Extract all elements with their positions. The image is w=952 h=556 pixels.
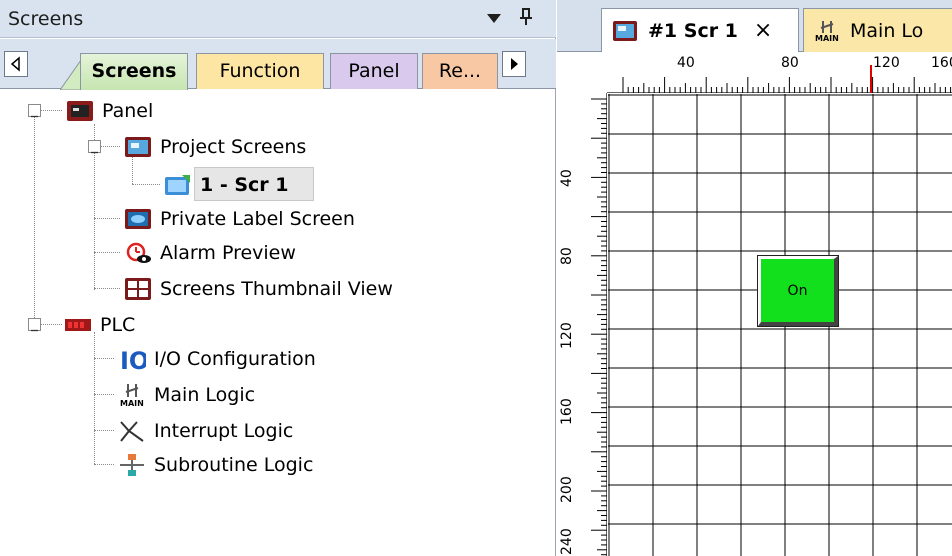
ruler-label: 240: [559, 528, 575, 555]
ruler-label: 80: [781, 55, 799, 71]
ruler-label: 40: [559, 169, 575, 187]
tree-connector: [94, 332, 95, 464]
tree-connector: [40, 324, 62, 325]
on-button-object[interactable]: On: [758, 256, 838, 326]
tree-item-subroutine-logic[interactable]: Subroutine Logic: [118, 450, 313, 480]
tree-connector: [94, 358, 114, 359]
pane-title: Screens: [8, 8, 84, 30]
collapse-project-screens-toggle[interactable]: [88, 140, 101, 154]
tab-scroll-right-button[interactable]: [502, 51, 526, 77]
doc-tab-main-logic[interactable]: MAIN Main Lo: [803, 8, 952, 52]
tree-item-private-label-screen[interactable]: Private Label Screen: [124, 204, 355, 234]
tree-item-label: Subroutine Logic: [154, 454, 314, 476]
pane-tabstrip: Screens Function Panel Re...: [0, 39, 556, 90]
collapse-panel-toggle[interactable]: [28, 104, 41, 118]
ruler-label: 160: [931, 55, 952, 71]
ruler-label: 200: [559, 476, 575, 503]
tree-connector: [132, 184, 160, 185]
collapse-plc-toggle[interactable]: [28, 318, 41, 332]
tree-connector: [94, 218, 120, 219]
ruler-label: 160: [559, 398, 575, 425]
main-logic-icon: MAIN: [815, 20, 839, 42]
svg-text:IO: IO: [120, 347, 146, 371]
tree-connector: [94, 288, 120, 289]
panel-icon: [67, 101, 93, 121]
tree-item-label: Project Screens: [160, 136, 307, 158]
tree-item-interrupt-logic[interactable]: Interrupt Logic: [118, 416, 293, 446]
tree-item-thumbnail-view[interactable]: Screens Thumbnail View: [124, 274, 393, 304]
tab-panel[interactable]: Panel: [330, 53, 418, 89]
screen-icon: [165, 175, 190, 195]
horizontal-ruler: 40 80 120 160: [607, 53, 952, 93]
tab-screens[interactable]: Screens: [80, 53, 188, 90]
doc-tab-scr1[interactable]: #1 Scr 1 ×: [601, 8, 799, 52]
tree-item-label: 1 - Scr 1: [200, 174, 289, 196]
screens-folder-icon: [125, 137, 151, 157]
document-tabstrip: #1 Scr 1 × MAIN Main Lo: [557, 0, 952, 52]
tree-item-io-configuration[interactable]: IO I/O Configuration: [118, 344, 316, 374]
tree-item-main-logic[interactable]: MAIN Main Logic: [118, 380, 255, 410]
chevron-right-icon: [511, 58, 518, 70]
tree-connector: [94, 430, 114, 431]
screen-editor-pane: #1 Scr 1 × MAIN Main Lo 40 80 120 160 40…: [557, 0, 952, 556]
pin-icon[interactable]: [516, 6, 536, 28]
screen-icon: [613, 20, 637, 41]
svg-text:MAIN: MAIN: [815, 34, 839, 42]
tree-item-plc[interactable]: PLC: [64, 310, 135, 340]
ruler-label: 120: [559, 322, 575, 349]
tree-item-panel[interactable]: Panel: [66, 96, 153, 126]
close-icon[interactable]: ×: [754, 18, 772, 43]
io-config-icon: IO: [120, 347, 146, 371]
tree-item-label: Private Label Screen: [160, 208, 355, 230]
doc-tab-label: #1 Scr 1: [648, 19, 738, 42]
alarm-preview-icon: [126, 242, 151, 263]
svg-text:MAIN: MAIN: [120, 399, 144, 407]
tree-item-label: Interrupt Logic: [154, 420, 294, 442]
dropdown-arrow-icon[interactable]: [484, 8, 504, 28]
private-label-icon: [125, 209, 151, 229]
tree-item-label: Main Logic: [154, 384, 256, 406]
screen-canvas[interactable]: On: [608, 94, 952, 556]
tree-item-label: Panel: [102, 100, 154, 122]
thumbnail-grid-icon: [125, 278, 151, 300]
tab-scroll-left-button[interactable]: [4, 51, 28, 77]
tree-connector: [94, 252, 120, 253]
minus-icon: [31, 115, 38, 118]
tree-item-project-screens[interactable]: Project Screens: [124, 132, 306, 162]
ruler-corner: [557, 53, 607, 93]
tree-item-label: Screens Thumbnail View: [160, 278, 393, 300]
tree-item-alarm-preview[interactable]: Alarm Preview: [124, 238, 296, 268]
interrupt-logic-icon: [120, 421, 144, 442]
chevron-left-icon: [10, 56, 20, 72]
tree-item-scr1[interactable]: 1 - Scr 1: [164, 170, 289, 200]
vertical-ruler: 40 80 120 160 200 240: [557, 93, 607, 556]
minus-icon: [91, 151, 98, 154]
tree-connector: [34, 116, 35, 324]
doc-tab-label: Main Lo: [850, 19, 924, 42]
tree-item-label: PLC: [100, 314, 136, 336]
horizontal-ruler-ticks: [622, 65, 952, 93]
tree-item-label: Alarm Preview: [160, 242, 296, 264]
tree-connector: [40, 110, 62, 111]
tree-connector: [100, 146, 120, 147]
subroutine-logic-icon: [120, 454, 144, 476]
ruler-label: 40: [677, 55, 695, 71]
tab-function[interactable]: Function: [196, 53, 324, 89]
screens-pane: Screens Screens Function Panel Re... Pan…: [0, 0, 556, 556]
plc-icon: [65, 319, 91, 331]
tree-connector: [94, 394, 114, 395]
minus-icon: [31, 329, 38, 332]
ruler-label: 80: [559, 247, 575, 265]
tab-resources[interactable]: Re...: [422, 53, 498, 89]
project-tree: Panel Project Screens 1 - Scr 1 Private …: [0, 90, 556, 556]
main-logic-icon: MAIN: [120, 384, 144, 407]
tree-connector: [94, 464, 114, 465]
pane-header: Screens: [0, 0, 556, 38]
ruler-label: 120: [873, 55, 900, 71]
tree-item-label: I/O Configuration: [154, 348, 316, 370]
